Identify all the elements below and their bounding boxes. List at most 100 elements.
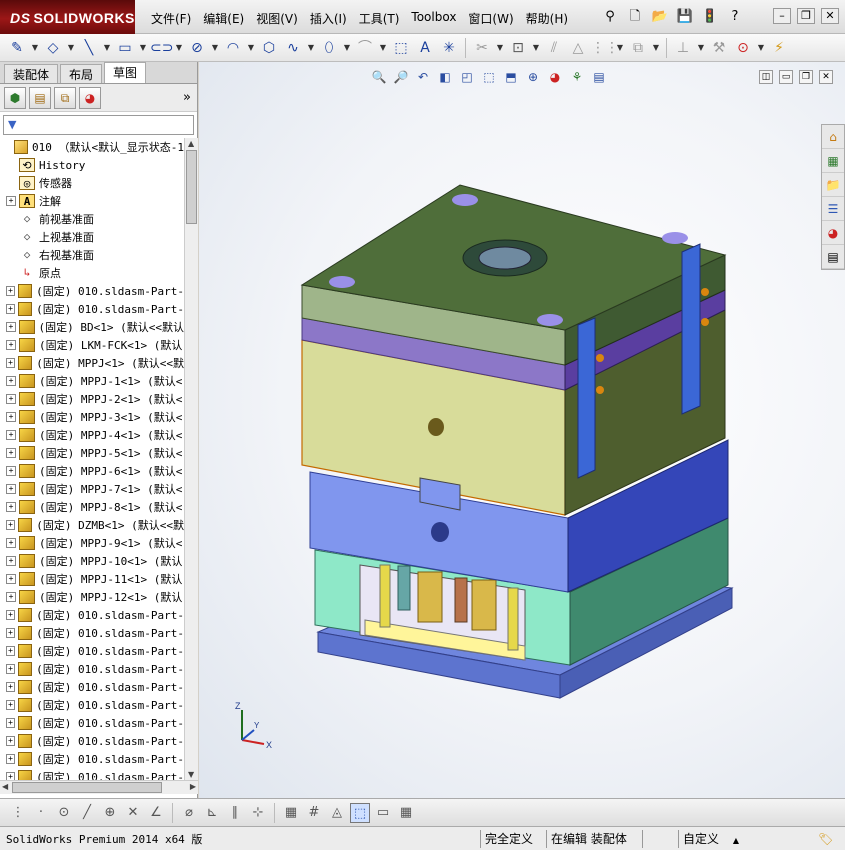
expand-icon[interactable]: + xyxy=(6,736,15,746)
scroll-left-icon[interactable]: ◀ xyxy=(2,782,8,791)
property-manager-icon[interactable]: ▤ xyxy=(29,86,51,109)
tree-item[interactable]: + (固定) 010.sldasm-Part- xyxy=(0,714,184,732)
centerpoint-icon[interactable]: ⊙ xyxy=(54,803,74,823)
move-entities-icon[interactable]: ⧉ xyxy=(627,37,649,59)
circle-snap-icon[interactable]: ⊕ xyxy=(100,803,120,823)
view-palette-icon[interactable]: ☰ xyxy=(822,197,844,221)
zoom-to-fit-icon[interactable]: 🔍 xyxy=(370,68,388,86)
expand-icon[interactable]: + xyxy=(6,700,15,710)
menu-help[interactable]: 帮助(H) xyxy=(520,10,574,27)
chevron-down-icon[interactable]: ▼ xyxy=(174,37,184,59)
tree-item[interactable]: ↳ 原点 xyxy=(0,264,184,282)
menu-view[interactable]: 视图(V) xyxy=(250,10,304,27)
expand-icon[interactable]: + xyxy=(6,628,15,638)
scrollbar-thumb[interactable] xyxy=(12,782,162,793)
tree-item[interactable]: + (固定) 010.sldasm-Part- xyxy=(0,300,184,318)
chevron-down-icon[interactable]: ▼ xyxy=(30,37,40,59)
tree-item[interactable]: + (固定) MPPJ-3<1> (默认< xyxy=(0,408,184,426)
tree-item[interactable]: + (固定) 010.sldasm-Part- xyxy=(0,732,184,750)
fillet-icon[interactable]: ⌒ xyxy=(354,37,376,59)
polygon-icon[interactable]: ⬡ xyxy=(258,37,280,59)
tile-icon[interactable]: ▦ xyxy=(396,803,416,823)
tree-item[interactable]: + A 注解 xyxy=(0,192,184,210)
expand-icon[interactable]: + xyxy=(6,754,15,764)
apply-scene-icon[interactable]: ⚘ xyxy=(568,68,586,86)
viewport-close-icon[interactable]: ✕ xyxy=(819,70,833,84)
circle-icon[interactable]: ⊘ xyxy=(186,37,208,59)
text-icon[interactable]: A xyxy=(414,37,436,59)
layer-icon[interactable]: # xyxy=(304,803,324,823)
chevron-down-icon[interactable]: ▼ xyxy=(66,37,76,59)
angle-icon[interactable]: ∠ xyxy=(146,803,166,823)
view-settings-icon[interactable]: ▤ xyxy=(590,68,608,86)
expand-icon[interactable]: + xyxy=(6,340,16,350)
chevron-down-icon[interactable]: ▼ xyxy=(378,37,388,59)
chevron-down-icon[interactable]: ▼ xyxy=(651,37,661,59)
tree-item[interactable]: + (固定) MPPJ-9<1> (默认< xyxy=(0,534,184,552)
menu-file[interactable]: 文件(F) xyxy=(145,10,197,27)
trim-icon[interactable]: ✂ xyxy=(471,37,493,59)
chevron-down-icon[interactable]: ▼ xyxy=(756,37,766,59)
expand-icon[interactable]: + xyxy=(6,538,16,548)
sketch-grid-icon[interactable]: ▦ xyxy=(281,803,301,823)
scroll-right-icon[interactable]: ▶ xyxy=(190,782,196,791)
expand-icon[interactable]: + xyxy=(6,556,16,566)
spline-icon[interactable]: ∿ xyxy=(282,37,304,59)
isometric-view-icon[interactable]: ⬚ xyxy=(350,802,370,823)
plane-icon[interactable]: ⬚ xyxy=(390,37,412,59)
viewport-single-icon[interactable]: ▭ xyxy=(779,70,793,84)
chevron-down-icon[interactable]: ▼ xyxy=(696,37,706,59)
perpendicular-icon[interactable]: ⊾ xyxy=(202,803,222,823)
menu-window[interactable]: 窗口(W) xyxy=(462,10,519,27)
save-icon[interactable]: 💾 xyxy=(675,8,695,26)
previous-view-icon[interactable]: ↶ xyxy=(414,68,432,86)
new-document-icon[interactable]: 🗋 xyxy=(625,8,645,26)
expand-more-icon[interactable]: » xyxy=(183,90,191,105)
expand-icon[interactable]: + xyxy=(6,718,15,728)
expand-icon[interactable]: + xyxy=(6,574,16,584)
expand-icon[interactable]: + xyxy=(6,376,16,386)
menu-tools[interactable]: 工具(T) xyxy=(353,10,406,27)
edit-appearance-icon[interactable]: ◕ xyxy=(546,68,564,86)
chevron-down-icon[interactable]: ▼ xyxy=(615,37,625,59)
tree-item[interactable]: + (固定) MPPJ-5<1> (默认< xyxy=(0,444,184,462)
expand-icon[interactable]: + xyxy=(6,664,15,674)
expand-icon[interactable]: + xyxy=(6,682,15,692)
help-icon[interactable]: ? xyxy=(725,8,745,26)
minimize-icon[interactable]: – xyxy=(773,8,791,24)
dynamic-annotation-icon[interactable]: ◰ xyxy=(458,68,476,86)
convert-entities-icon[interactable]: ⊡ xyxy=(507,37,529,59)
tag-icon[interactable]: 🏷 xyxy=(814,830,840,848)
parallel-icon[interactable]: ∥ xyxy=(225,803,245,823)
tree-item[interactable]: + (固定) MPPJ-6<1> (默认< xyxy=(0,462,184,480)
expand-icon[interactable]: + xyxy=(6,358,16,368)
ellipse-icon[interactable]: ⬯ xyxy=(318,37,340,59)
tree-item[interactable]: + (固定) MPPJ-2<1> (默认< xyxy=(0,390,184,408)
tree-item[interactable]: + (固定) 010.sldasm-Part- xyxy=(0,750,184,768)
chevron-down-icon[interactable]: ▼ xyxy=(138,37,148,59)
tree-item[interactable]: + (固定) MPPJ-11<1> (默认 xyxy=(0,570,184,588)
solidworks-logo[interactable]: DS SOLIDWORKS xyxy=(0,0,135,34)
tree-filter-input[interactable]: ▼ xyxy=(3,115,194,135)
tree-item[interactable]: + (固定) BD<1> (默认<<默认 xyxy=(0,318,184,336)
menu-edit[interactable]: 编辑(E) xyxy=(197,10,250,27)
sketch-icon[interactable]: ✎ xyxy=(6,37,28,59)
tree-item[interactable]: + (固定) MPPJ-4<1> (默认< xyxy=(0,426,184,444)
tree-item[interactable]: + (固定) DZMB<1> (默认<<默 xyxy=(0,516,184,534)
chevron-down-icon[interactable]: ▼ xyxy=(102,37,112,59)
tree-item[interactable]: + (固定) MPPJ-8<1> (默认< xyxy=(0,498,184,516)
scroll-up-icon[interactable]: ▲ xyxy=(188,139,194,148)
chevron-down-icon[interactable]: ▼ xyxy=(246,37,256,59)
chevron-down-icon[interactable]: ▼ xyxy=(342,37,352,59)
tree-item[interactable]: + (固定) 010.sldasm-Part- xyxy=(0,660,184,678)
diagonal-line-icon[interactable]: ╱ xyxy=(77,803,97,823)
viewport-restore-icon[interactable]: ❐ xyxy=(799,70,813,84)
tangent-icon[interactable]: ⌀ xyxy=(179,803,199,823)
line-icon[interactable]: ╲ xyxy=(78,37,100,59)
mold-assembly-model[interactable] xyxy=(300,180,740,705)
expand-icon[interactable]: + xyxy=(6,592,16,602)
pin-icon[interactable]: ⚲ xyxy=(600,8,620,26)
tree-item[interactable]: + (固定) 010.sldasm-Part- xyxy=(0,624,184,642)
chevron-down-icon[interactable]: ▼ xyxy=(210,37,220,59)
zoom-to-area-icon[interactable]: 🔎 xyxy=(392,68,410,86)
